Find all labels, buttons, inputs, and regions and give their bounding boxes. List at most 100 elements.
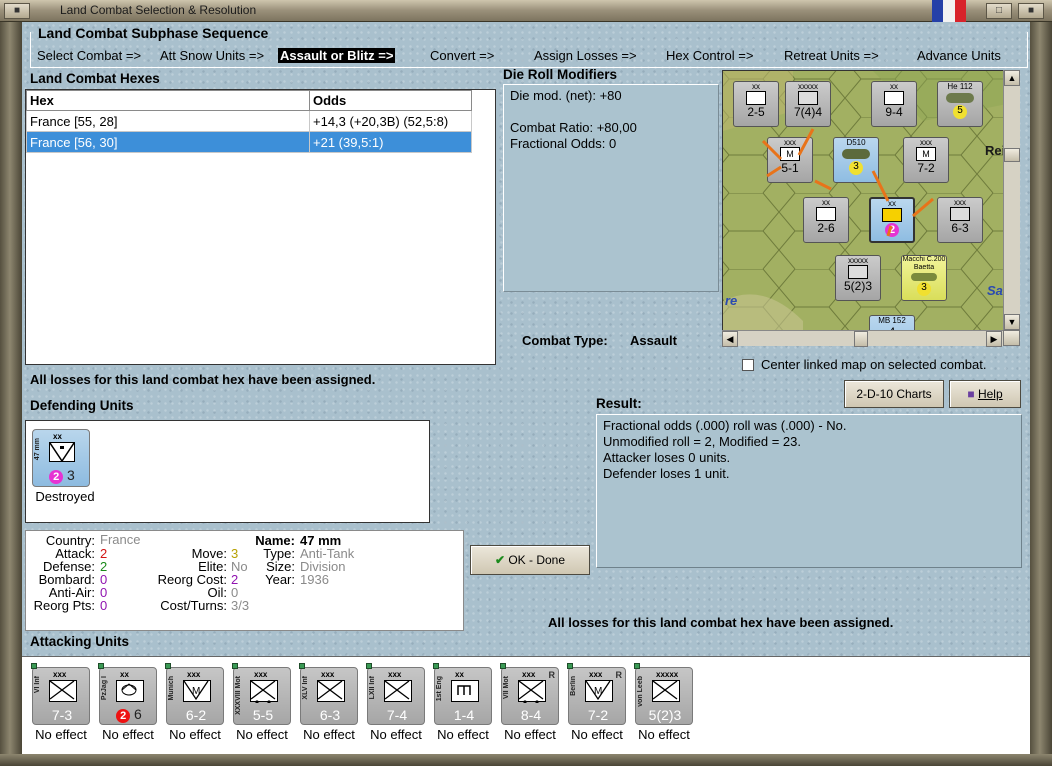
- unit-size: xxx: [388, 670, 402, 679]
- odds-cell: +21 (39,5:1): [309, 131, 472, 153]
- attacking-unit-counter[interactable]: xxx VI Inf 7-3: [31, 663, 90, 725]
- attack-arrows: [761, 128, 934, 237]
- result-line-4: Defender loses 1 unit.: [603, 466, 730, 481]
- help-button[interactable]: ■ Help: [949, 380, 1021, 408]
- attacking-unit-counter[interactable]: xxx LXII Inf 7-4: [366, 663, 425, 725]
- linked-map[interactable]: xx 2-5 xxxxx 7(4)4 xx 9-4 He 112 5 xxx M 5-1 D…: [722, 70, 1020, 346]
- attacking-unit-status: No effect: [437, 727, 489, 742]
- unit-name: Berlin: [570, 676, 577, 696]
- scroll-down-button[interactable]: ▼: [1004, 314, 1020, 330]
- scroll-thumb-horizontal[interactable]: [854, 331, 868, 347]
- table-row-selected[interactable]: France [56, 30] +21 (39,5:1): [26, 131, 472, 153]
- year-key: Year:: [265, 572, 295, 587]
- eng-icon: [451, 680, 479, 702]
- losses-message-top: All losses for this land combat hex have…: [30, 372, 376, 387]
- attacking-unit-counter[interactable]: xx PzJag I 2 6: [98, 663, 157, 725]
- result-title: Result:: [596, 396, 642, 411]
- country-value: France: [100, 532, 141, 547]
- title-bar: ■ Land Combat Selection & Resolution □ ■: [0, 0, 1052, 22]
- close-button[interactable]: ■: [1018, 3, 1044, 19]
- attacking-unit-counter[interactable]: Rxxx Berlin M 7-2: [567, 663, 626, 725]
- attacking-unit-counter[interactable]: xxx XXXVIII Mot 5-5: [232, 663, 291, 725]
- unit-info-panel: Country: France Attack: 2 Defense: 2 Bom…: [25, 530, 464, 631]
- cost-turns-key: Cost/Turns:: [160, 598, 227, 613]
- unit-name: XLV Inf: [302, 676, 309, 700]
- unit-defense: 3: [67, 467, 75, 483]
- unit-strength: 7-2: [587, 707, 609, 723]
- inf-icon: [49, 680, 77, 702]
- unit-name: VI Inf: [34, 676, 41, 694]
- seq-hex-control: Hex Control =>: [666, 48, 754, 63]
- die-title: Die Roll Modifiers: [503, 67, 618, 82]
- unit-size: xxxxx: [656, 670, 679, 679]
- center-map-label: Center linked map on selected combat.: [761, 357, 987, 372]
- defending-title: Defending Units: [30, 398, 134, 413]
- unit-strength: 6-2: [185, 707, 207, 723]
- scroll-thumb-vertical[interactable]: [1004, 148, 1020, 162]
- year-value: 1936: [300, 572, 329, 587]
- unit-size: xxx: [53, 670, 67, 679]
- attacking-unit-counter[interactable]: xxx XLV Inf 6-3: [299, 663, 358, 725]
- unit-name: PzJag I: [101, 676, 108, 701]
- scroll-right-button[interactable]: ▶: [986, 331, 1002, 347]
- ok-done-label: OK - Done: [508, 553, 566, 567]
- attacking-panel: xxx VI Inf 7-3 No effect xx PzJag I 2 6 No effe…: [22, 656, 1030, 754]
- ok-done-button[interactable]: ✔ OK - Done: [470, 545, 590, 575]
- center-map-checkbox[interactable]: [742, 359, 754, 371]
- attacking-title: Attacking Units: [30, 634, 130, 649]
- scroll-left-button[interactable]: ◀: [722, 331, 738, 347]
- dialog-body: Land Combat Subphase Sequence Select Com…: [22, 22, 1030, 754]
- status-marker-icon: [31, 663, 37, 669]
- window-title: Land Combat Selection & Resolution: [60, 3, 257, 17]
- unit-attack-dot: 2: [49, 470, 64, 484]
- seq-att-snow-units: Att Snow Units =>: [160, 48, 265, 63]
- unit-name: 47 mm: [34, 438, 41, 461]
- charts-button[interactable]: 2-D-10 Charts: [844, 380, 944, 408]
- result-line-2: Unmodified roll = 2, Modified = 23.: [603, 434, 801, 449]
- unit-strength: 1-4: [453, 707, 475, 723]
- window-frame-right: [1030, 22, 1052, 766]
- map-horizontal-scrollbar[interactable]: ◀ ▶: [722, 330, 1003, 347]
- attacking-unit-counter[interactable]: xxx Munich M 6-2: [165, 663, 224, 725]
- system-menu-button[interactable]: ■: [4, 3, 30, 19]
- sequence-title: Land Combat Subphase Sequence: [38, 25, 269, 41]
- unit-strength: 7-3: [51, 707, 73, 723]
- column-odds[interactable]: Odds: [309, 90, 472, 111]
- unit-size: xx: [120, 670, 129, 679]
- die-net: Die mod. (net): +80: [510, 88, 622, 103]
- losses-message-bottom: All losses for this land combat hex have…: [548, 615, 894, 630]
- help-label: Help: [977, 387, 1003, 401]
- status-marker-icon: [500, 663, 506, 669]
- map-corner-button[interactable]: [1003, 330, 1020, 346]
- map-vertical-scrollbar[interactable]: ▲ ▼: [1003, 70, 1020, 332]
- inf-icon: [384, 680, 412, 702]
- table-row[interactable]: France [55, 28] +14,3 (+20,3B) (52,5:8): [26, 110, 472, 132]
- defending-unit-status: Destroyed: [35, 489, 95, 504]
- attacking-unit-counter[interactable]: xxxxx von Leeb 5(2)3: [634, 663, 693, 725]
- defending-unit-counter[interactable]: xx 47 mm 2 3: [32, 429, 90, 487]
- combat-type-label: Combat Type:: [522, 333, 608, 348]
- hexes-table: Hex Odds France [55, 28] +14,3 (+20,3B) …: [26, 90, 472, 153]
- status-marker-icon: [567, 663, 573, 669]
- unit-strength: 6-3: [319, 707, 341, 723]
- mil-icon: M: [585, 680, 613, 702]
- status-marker-icon: [232, 663, 238, 669]
- attacking-unit-status: No effect: [303, 727, 355, 742]
- odds-cell: +14,3 (+20,3B) (52,5:8): [309, 110, 472, 132]
- defending-panel: xx 47 mm 2 3 Destroyed: [25, 420, 430, 523]
- combat-ratio: Combat Ratio: +80,00: [510, 120, 637, 135]
- reorg-pts-key: Reorg Pts:: [33, 598, 95, 613]
- unit-size: xx: [53, 432, 62, 441]
- unit-name: VII Mot: [503, 676, 510, 699]
- attacking-unit-counter[interactable]: Rxxx VII Mot 8-4: [500, 663, 559, 725]
- checkmark-icon: ✔: [494, 553, 505, 567]
- unit-name: 1st Eng: [436, 676, 443, 702]
- attacking-unit-counter[interactable]: xx 1st Eng 1-4: [433, 663, 492, 725]
- window-frame-bottom: [0, 754, 1052, 766]
- unit-size: xxx: [522, 670, 536, 679]
- at-icon: [116, 680, 144, 702]
- column-hex[interactable]: Hex: [26, 90, 310, 111]
- help-book-icon: ■: [967, 387, 975, 401]
- restore-button[interactable]: □: [986, 3, 1012, 19]
- scroll-up-button[interactable]: ▲: [1004, 70, 1020, 86]
